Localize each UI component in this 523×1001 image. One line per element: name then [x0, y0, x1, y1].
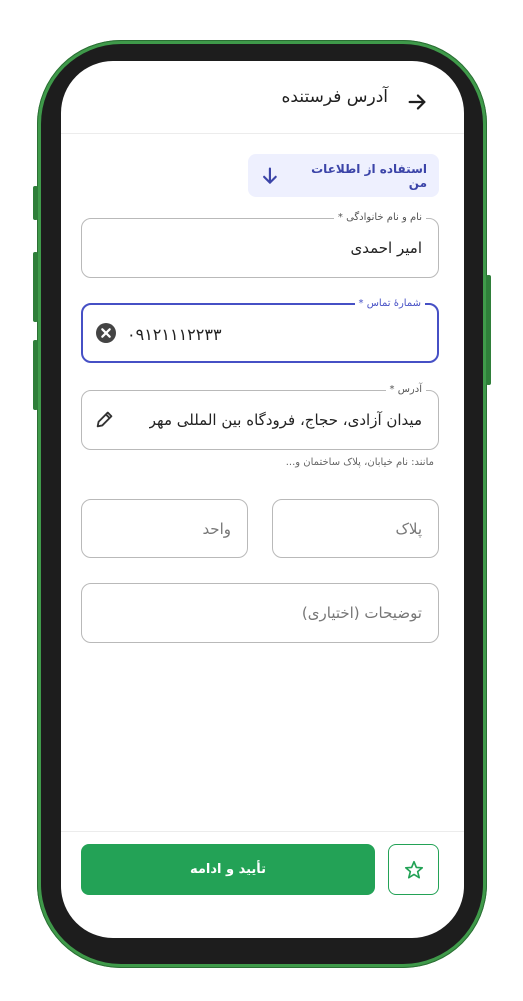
name-field-label: نام و نام خانوادگی * — [333, 211, 426, 225]
address-field-label: آدرس * — [385, 383, 426, 397]
confirm-button[interactable]: تأیید و ادامه — [81, 844, 375, 895]
phone-field[interactable]: شمارهٔ تماس * ۰۹۱۲۱۱۱۲۲۳۳ — [81, 297, 439, 363]
phone-field-value: ۰۹۱۲۱۱۱۲۲۳۳ — [127, 325, 222, 344]
phone-side-button — [486, 275, 491, 385]
plaque-field[interactable]: پلاک — [272, 499, 439, 558]
plaque-placeholder: پلاک — [395, 520, 422, 538]
phone-field-label: شمارهٔ تماس * — [354, 297, 425, 311]
arrow-right-icon[interactable] — [406, 91, 428, 113]
page-title: آدرس فرستنده — [281, 87, 389, 107]
use-my-info-button[interactable]: استفاده از اطلاعات من — [248, 154, 439, 197]
notes-placeholder: توضیحات (اختیاری) — [301, 604, 422, 622]
clear-circle-icon[interactable] — [96, 323, 116, 343]
address-field-value: میدان آزادی، حجاج، فرودگاه بین المللی مه… — [148, 411, 422, 429]
phone-side-button — [33, 186, 38, 220]
unit-placeholder: واحد — [202, 520, 231, 538]
footer-divider — [61, 831, 464, 832]
unit-field[interactable]: واحد — [81, 499, 248, 558]
name-field[interactable]: نام و نام خانوادگی * امیر احمدی — [81, 211, 439, 278]
app-header: آدرس فرستنده — [61, 61, 464, 134]
name-field-value: امیر احمدی — [350, 239, 423, 257]
app-screen: آدرس فرستنده استفاده از اطلاعات من نام و… — [61, 61, 464, 938]
phone-side-button — [33, 340, 38, 410]
favorite-button[interactable] — [388, 844, 439, 895]
star-icon — [404, 860, 423, 879]
use-my-info-label: استفاده از اطلاعات من — [311, 161, 427, 190]
arrow-down-icon — [263, 166, 277, 184]
address-helper-text: مانند: نام خیابان، پلاک ساختمان و... — [285, 457, 434, 468]
pencil-icon[interactable] — [94, 408, 116, 430]
phone-side-button — [33, 252, 38, 322]
notes-field[interactable]: توضیحات (اختیاری) — [81, 583, 439, 643]
address-field[interactable]: آدرس * میدان آزادی، حجاج، فرودگاه بین ال… — [81, 383, 439, 450]
